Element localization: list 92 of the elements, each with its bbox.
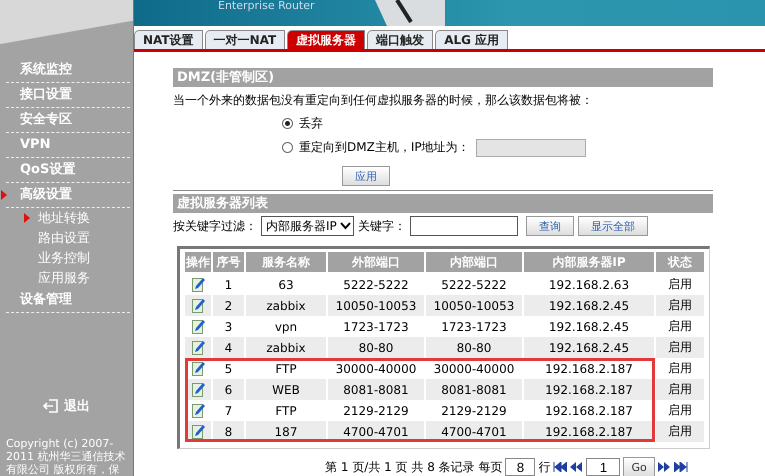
table-cell-text: 63	[277, 276, 295, 294]
copyright-text: Copyright (c) 2007-2011 杭州华三通信技术有限公司 版权所有，保	[5, 437, 126, 476]
filter-dropdown[interactable]: 内部服务器IP	[261, 216, 354, 236]
table-cell: 2	[213, 295, 244, 316]
radio-label: 重定向到DMZ主机，IP地址为：	[299, 139, 470, 156]
column-header: 操作	[185, 252, 211, 274]
column-header: 外部端口	[328, 252, 424, 274]
rows-label: 行	[538, 458, 550, 476]
table-cell: 10050-10053	[328, 295, 424, 316]
keyword-field[interactable]	[410, 216, 518, 236]
table-cell: zabbix	[246, 337, 326, 358]
table-cell-text: 启用	[667, 318, 693, 335]
table-cell: 启用	[656, 379, 704, 400]
edit-icon[interactable]	[192, 319, 204, 334]
tab[interactable]: 一对一NAT	[204, 30, 286, 49]
column-header: 序号	[213, 252, 244, 274]
column-header: 状态	[656, 252, 704, 274]
table-cell-text: FTP	[274, 402, 298, 420]
table-cell-text: 5	[224, 360, 234, 378]
table-cell: 启用	[656, 421, 704, 442]
filter-label: 按关键字过滤：	[173, 218, 257, 234]
page-field[interactable]: 1	[586, 458, 620, 476]
table-cell-text: 5222-5222	[440, 276, 508, 294]
per-page-field[interactable]: 8	[505, 458, 536, 476]
previous-page-icon[interactable]	[570, 462, 584, 472]
table-cell-text: 192.168.2.187	[544, 360, 634, 378]
table-cell: 8081-8081	[426, 379, 522, 400]
radio-label: 丢弃	[299, 115, 323, 132]
go-button[interactable]: Go	[623, 457, 655, 476]
table-cell: zabbix	[246, 295, 326, 316]
edit-icon[interactable]	[192, 424, 204, 440]
edit-icon[interactable]	[192, 340, 204, 356]
description-text: 当一个外来的数据包没有重定向到任何虚拟服务器的时候，那么该数据包将被：	[173, 92, 594, 108]
table-cell-text: 启用	[667, 402, 693, 419]
table-cell: 启用	[656, 337, 704, 358]
column-header: 服务名称	[246, 252, 326, 274]
column-header: 内部端口	[426, 252, 522, 274]
page-summary: 第 1 页/共 1 页 共 8 条记录 每页	[325, 458, 502, 476]
next-page-icon[interactable]	[658, 462, 671, 472]
section-header: 虚拟服务器列表	[173, 194, 713, 213]
table-cell-text: 2129-2129	[342, 402, 410, 420]
table-cell-text: 5222-5222	[342, 276, 410, 294]
table-cell: 4	[213, 337, 244, 358]
edit-icon[interactable]	[192, 361, 204, 376]
radio-button[interactable]	[282, 118, 293, 129]
table-cell: 192.168.2.187	[524, 379, 654, 400]
table-cell-text: 1	[224, 276, 234, 294]
table-cell: 192.168.2.45	[524, 337, 654, 358]
last-page-icon[interactable]	[674, 462, 688, 472]
tab[interactable]: 虚拟服务器	[287, 30, 366, 49]
table-cell-text: 192.168.2.187	[544, 402, 634, 420]
table-cell: 10050-10053	[426, 295, 522, 316]
expanded-arrow-icon	[1, 190, 7, 200]
chevron-down-icon	[340, 222, 351, 230]
table-cell-text: FTP	[274, 360, 298, 378]
table-cell: 80-80	[328, 337, 424, 358]
product-title: Enterprise Router	[218, 0, 315, 11]
apply-button[interactable]: 应用	[342, 166, 390, 186]
first-page-icon[interactable]	[553, 462, 568, 472]
table-cell: WEB	[246, 379, 326, 400]
table-cell-text: 启用	[667, 360, 693, 377]
edit-icon[interactable]	[192, 277, 204, 292]
table-cell-text: 3	[224, 318, 234, 336]
table-cell-text: 30000-40000	[432, 360, 516, 378]
table-cell-text: 启用	[667, 276, 693, 293]
query-button[interactable]: 查询	[526, 216, 574, 236]
table-cell-text: 7	[224, 402, 234, 420]
table-cell: 80-80	[426, 337, 522, 358]
banner-drawing	[374, 0, 445, 26]
column-header: 内部服务器IP	[524, 252, 654, 274]
edit-icon[interactable]	[192, 403, 204, 418]
table-cell-text: vpn	[274, 318, 298, 336]
table-cell: 192.168.2.45	[524, 295, 654, 316]
table-cell-text: 1723-1723	[440, 318, 508, 336]
table-cell: 6	[213, 379, 244, 400]
table-cell-text: 192.168.2.63	[548, 276, 630, 294]
table-cell-text: 192.168.2.45	[548, 318, 630, 336]
tab[interactable]: 端口触发	[367, 30, 434, 49]
tab[interactable]: NAT设置	[134, 30, 203, 49]
keyword-label: 关键字：	[358, 218, 406, 234]
edit-icon[interactable]	[192, 298, 204, 314]
edit-icon[interactable]	[192, 382, 204, 398]
tab[interactable]: ALG 应用	[435, 30, 508, 49]
table-cell-text: 2129-2129	[440, 402, 508, 420]
table-cell: 8081-8081	[328, 379, 424, 400]
radio-button[interactable]	[282, 142, 293, 153]
table-cell-text: 1723-1723	[342, 318, 410, 336]
table-cell: 启用	[656, 295, 704, 316]
section-header: DMZ(非管制区)	[173, 68, 713, 87]
logout-icon	[43, 399, 59, 413]
table-cell-text: 30000-40000	[334, 360, 418, 378]
show-all-button[interactable]: 显示全部	[578, 216, 648, 236]
